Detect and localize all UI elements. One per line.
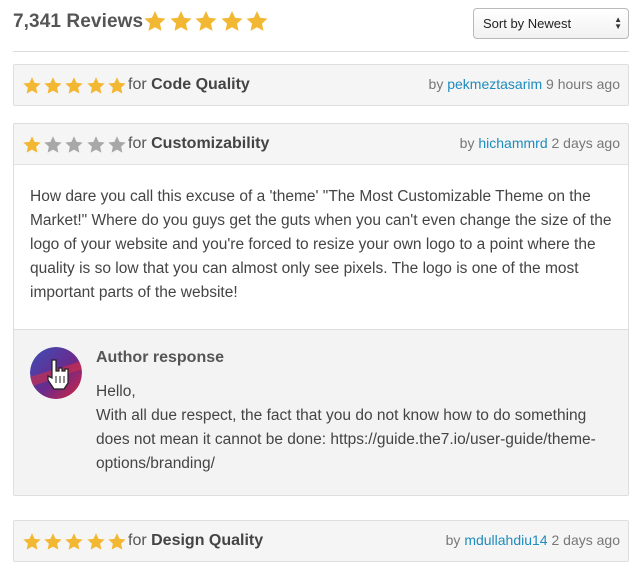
star-filled-icon <box>108 77 126 94</box>
by-prefix: by <box>445 532 461 548</box>
star-filled-icon <box>23 77 41 94</box>
star-empty-icon <box>86 136 105 153</box>
sort-selected-value: Sort by Newest <box>483 16 572 31</box>
review-card: for Code Quality by pekmeztasarim 9 hour… <box>13 64 629 106</box>
review-category: for Code Quality <box>128 76 250 94</box>
star-filled-icon <box>170 11 191 31</box>
star-empty-icon <box>65 136 84 153</box>
star-empty-icon <box>108 136 126 153</box>
overall-rating-stars <box>143 9 271 35</box>
reviewer-username-link[interactable]: pekmeztasarim <box>447 76 542 92</box>
star-empty-icon <box>44 136 62 153</box>
reviews-count: 7,341 Reviews <box>13 11 144 32</box>
category-label: Design Quality <box>151 532 264 549</box>
review-body: How dare you call this excuse of a 'them… <box>14 164 628 329</box>
star-filled-icon <box>246 11 268 31</box>
author-response-title: Author response <box>96 349 225 366</box>
author-response-message: With all due respect, the fact that you … <box>96 407 596 472</box>
review-byline: by hichammrd 2 days ago <box>460 135 620 151</box>
star-filled-icon <box>44 77 62 94</box>
review-header: for Customizability by hichammrd 2 days … <box>14 124 628 164</box>
star-filled-icon <box>44 533 62 550</box>
star-filled-icon <box>23 533 41 550</box>
author-response-text: Hello, With all due respect, the fact th… <box>96 380 616 476</box>
review-card: for Customizability by hichammrd 2 days … <box>13 123 629 496</box>
rating-stars <box>22 76 128 94</box>
star-filled-icon <box>86 533 105 550</box>
by-prefix: by <box>428 76 444 92</box>
review-header: for Design Quality by mdullahdiu14 2 day… <box>14 521 628 561</box>
review-byline: by mdullahdiu14 2 days ago <box>446 532 620 548</box>
star-filled-icon <box>108 533 126 550</box>
author-response: Author response Hello, With all due resp… <box>14 329 628 495</box>
select-arrows-icon: ▲ ▼ <box>614 15 622 31</box>
review-time: 2 days ago <box>551 532 621 548</box>
star-filled-icon <box>195 11 217 31</box>
reviews-header: 7,341 Reviews Sort by Newest ▲ ▼ <box>13 0 629 52</box>
review-header: for Code Quality by pekmeztasarim 9 hour… <box>14 65 628 105</box>
rating-stars <box>22 135 128 153</box>
star-filled-icon <box>86 77 105 94</box>
reviewer-username-link[interactable]: mdullahdiu14 <box>464 532 547 548</box>
category-label: Customizability <box>151 135 270 152</box>
by-prefix: by <box>459 135 475 151</box>
star-filled-icon <box>65 533 84 550</box>
rating-stars <box>22 532 128 550</box>
review-category: for Customizability <box>128 135 269 153</box>
category-label: Code Quality <box>151 76 250 93</box>
star-filled-icon <box>23 136 41 153</box>
star-filled-icon <box>221 11 242 31</box>
review-byline: by pekmeztasarim 9 hours ago <box>429 76 620 92</box>
for-prefix: for <box>128 532 147 549</box>
review-time: 2 days ago <box>551 135 621 151</box>
reviewer-username-link[interactable]: hichammrd <box>478 135 547 151</box>
author-response-greeting: Hello, <box>96 383 136 400</box>
review-time: 9 hours ago <box>546 76 620 92</box>
review-category: for Design Quality <box>128 532 263 550</box>
for-prefix: for <box>128 135 147 152</box>
review-card: for Design Quality by mdullahdiu14 2 day… <box>13 520 629 562</box>
for-prefix: for <box>128 76 147 93</box>
sort-select[interactable]: Sort by Newest ▲ ▼ <box>473 8 629 39</box>
star-filled-icon <box>144 11 166 31</box>
star-filled-icon <box>65 77 84 94</box>
author-avatar <box>30 347 82 399</box>
